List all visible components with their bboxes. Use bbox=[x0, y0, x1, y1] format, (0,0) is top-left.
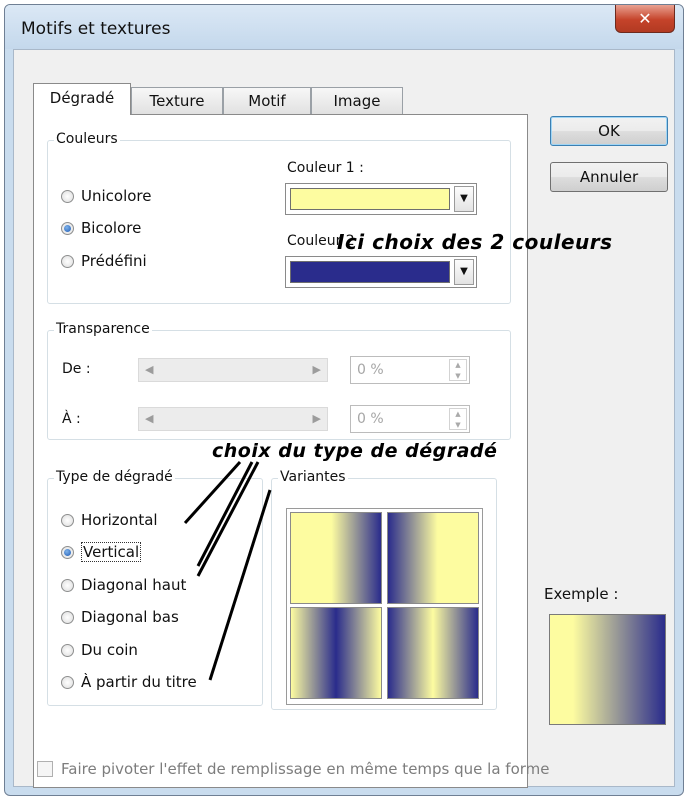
annuler-button[interactable]: Annuler bbox=[550, 162, 668, 192]
radio-label: Bicolore bbox=[81, 219, 142, 237]
tab-motif[interactable]: Motif bbox=[223, 87, 311, 114]
radio-circle bbox=[61, 189, 74, 203]
radio-a-partir-du-titre[interactable]: À partir du titre bbox=[61, 673, 197, 691]
close-button[interactable]: ✕ bbox=[615, 5, 675, 33]
right-arrow-icon: ▶ bbox=[312, 412, 321, 425]
tab-degrade[interactable]: Dégradé bbox=[33, 83, 131, 115]
checkbox-box[interactable] bbox=[37, 761, 53, 777]
tab-label: Dégradé bbox=[49, 89, 115, 107]
variant-tile-3[interactable] bbox=[290, 607, 382, 699]
radio-circle bbox=[61, 643, 74, 657]
couleur1-label: Couleur 1 : bbox=[287, 160, 364, 176]
title-bar[interactable]: Motifs et textures ✕ bbox=[5, 5, 683, 49]
de-spinner[interactable]: 0 % ▲ ▼ bbox=[350, 356, 470, 384]
radio-label: Diagonal bas bbox=[81, 608, 179, 626]
radio-circle bbox=[61, 578, 74, 592]
tab-label: Texture bbox=[149, 92, 205, 110]
spin-arrows-icon[interactable]: ▲ ▼ bbox=[449, 408, 467, 430]
tab-texture[interactable]: Texture bbox=[131, 87, 223, 114]
chevron-down-icon[interactable]: ▼ bbox=[454, 259, 474, 285]
radio-circle-checked bbox=[61, 221, 74, 235]
radio-circle bbox=[61, 610, 74, 624]
radio-horizontal[interactable]: Horizontal bbox=[61, 511, 158, 529]
a-slider[interactable]: ◀ ▶ bbox=[138, 407, 328, 431]
variant-tile-1[interactable] bbox=[290, 512, 382, 604]
radio-circle bbox=[61, 513, 74, 527]
tab-image[interactable]: Image bbox=[311, 87, 403, 114]
radio-diagonal-bas[interactable]: Diagonal bas bbox=[61, 608, 179, 626]
de-label: De : bbox=[62, 361, 91, 377]
radio-label: Horizontal bbox=[81, 511, 158, 529]
a-value: 0 % bbox=[357, 411, 384, 427]
radio-label: Unicolore bbox=[81, 187, 152, 205]
example-label: Exemple : bbox=[544, 585, 619, 603]
radio-label: Diagonal haut bbox=[81, 576, 187, 594]
ok-button[interactable]: OK bbox=[550, 116, 668, 146]
close-icon: ✕ bbox=[638, 9, 652, 28]
radio-predefini[interactable]: Prédéfini bbox=[61, 252, 147, 270]
tab-label: Image bbox=[333, 92, 381, 110]
de-value: 0 % bbox=[357, 362, 384, 378]
radio-label: À partir du titre bbox=[81, 673, 197, 691]
variant-tile-4[interactable] bbox=[387, 607, 479, 699]
right-arrow-icon: ▶ bbox=[312, 363, 321, 376]
radio-label: Prédéfini bbox=[81, 252, 147, 270]
variantes-grid bbox=[286, 508, 483, 705]
radio-bicolore[interactable]: Bicolore bbox=[61, 219, 141, 237]
variant-tile-2[interactable] bbox=[387, 512, 479, 604]
radio-vertical[interactable]: Vertical bbox=[61, 542, 142, 562]
transparence-legend: Transparence bbox=[54, 321, 152, 337]
rotate-with-shape-checkbox[interactable]: Faire pivoter l'effet de remplissage en … bbox=[37, 760, 550, 778]
left-arrow-icon: ◀ bbox=[145, 412, 154, 425]
de-slider[interactable]: ◀ ▶ bbox=[138, 358, 328, 382]
a-spinner[interactable]: 0 % ▲ ▼ bbox=[350, 405, 470, 433]
radio-diagonal-haut[interactable]: Diagonal haut bbox=[61, 576, 186, 594]
left-arrow-icon: ◀ bbox=[145, 363, 154, 376]
chevron-down-icon[interactable]: ▼ bbox=[454, 186, 474, 212]
annotation-colors: Ici choix des 2 couleurs bbox=[337, 230, 613, 254]
variantes-legend: Variantes bbox=[278, 469, 348, 485]
couleur1-dropdown[interactable]: ▼ bbox=[285, 183, 477, 215]
radio-circle bbox=[61, 254, 74, 268]
couleur2-swatch bbox=[290, 261, 450, 283]
window-title: Motifs et textures bbox=[21, 19, 171, 39]
type-degrade-legend: Type de dégradé bbox=[54, 469, 175, 485]
radio-circle bbox=[61, 675, 74, 689]
radio-du-coin[interactable]: Du coin bbox=[61, 641, 138, 659]
couleur1-swatch bbox=[290, 188, 450, 210]
spin-arrows-icon[interactable]: ▲ ▼ bbox=[449, 359, 467, 381]
radio-label: Vertical bbox=[81, 542, 142, 562]
tab-label: Motif bbox=[248, 92, 286, 110]
couleur2-dropdown[interactable]: ▼ bbox=[285, 256, 477, 288]
radio-label: Du coin bbox=[81, 641, 138, 659]
couleurs-legend: Couleurs bbox=[54, 131, 120, 147]
annotation-gradient-type: choix du type de dégradé bbox=[212, 440, 498, 462]
radio-unicolore[interactable]: Unicolore bbox=[61, 187, 152, 205]
a-label: À : bbox=[62, 411, 81, 427]
example-preview bbox=[549, 614, 666, 725]
checkbox-label: Faire pivoter l'effet de remplissage en … bbox=[61, 760, 550, 778]
radio-circle-checked bbox=[61, 545, 74, 559]
